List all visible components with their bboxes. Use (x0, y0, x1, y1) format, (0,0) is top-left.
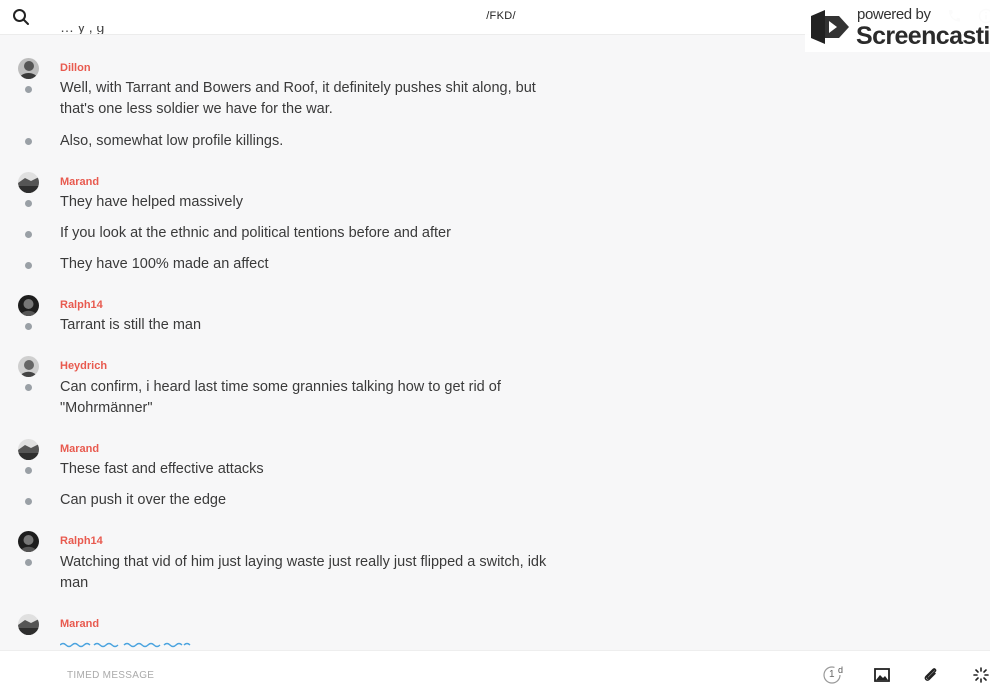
composer-bar: TIMED MESSAGE 1 d (0, 650, 990, 700)
message-status-dot (25, 262, 32, 269)
user-avatar-icon (18, 172, 39, 193)
message-text: They have helped massively (60, 194, 243, 210)
cut-off-message: … y , g (60, 26, 105, 34)
avatar[interactable] (18, 614, 39, 635)
sparkle-icon (973, 667, 989, 683)
message-text: Well, with Tarrant and Bowers and Roof, … (60, 80, 536, 117)
paperclip-icon (924, 668, 937, 681)
image-icon (874, 668, 890, 682)
image-button[interactable] (872, 665, 892, 685)
sender-name[interactable]: Ralph14 (60, 535, 103, 547)
message-status-dot (25, 384, 32, 391)
typing-indicator-icon (60, 642, 191, 648)
timer-value: 1 (829, 669, 835, 680)
avatar[interactable] (18, 58, 39, 79)
attach-button[interactable] (921, 665, 941, 685)
screencastify-watermark: powered by Screencastify (805, 4, 990, 52)
message-text: Can push it over the edge (60, 492, 227, 508)
timer-unit: d (838, 665, 844, 675)
user-avatar-icon (18, 58, 39, 79)
user-avatar-icon (18, 614, 39, 635)
message-status-dot (25, 498, 32, 505)
message-text: If you look at the ethnic and political … (60, 225, 451, 241)
message-text: Tarrant is still the man (60, 317, 202, 333)
message-status-dot (25, 138, 32, 145)
message-status-dot (25, 467, 32, 474)
message-text: Watching that vid of him just laying was… (60, 554, 547, 591)
message-input[interactable]: TIMED MESSAGE (67, 670, 154, 681)
sender-name[interactable]: Marand (60, 443, 99, 455)
avatar[interactable] (18, 356, 39, 377)
message-status-dot (25, 86, 32, 93)
watermark-line2: Screencastify (856, 22, 990, 50)
message-text: These fast and effective attacks (60, 461, 264, 477)
avatar[interactable] (18, 172, 39, 193)
watermark-line1: powered by (857, 6, 931, 23)
message-status-dot (25, 559, 32, 566)
message-text: Also, somewhat low profile killings. (60, 133, 284, 149)
user-avatar-icon (18, 295, 39, 316)
user-avatar-icon (18, 531, 39, 552)
user-avatar-icon (18, 356, 39, 377)
message-text: They have 100% made an affect (60, 256, 269, 272)
avatar[interactable] (18, 439, 39, 460)
sender-name[interactable]: Ralph14 (60, 299, 103, 311)
avatar[interactable] (18, 531, 39, 552)
sender-name[interactable]: Marand (60, 618, 99, 630)
sender-name[interactable]: Dillon (60, 62, 91, 74)
message-status-dot (25, 323, 32, 330)
gif-button[interactable] (971, 665, 990, 685)
sender-name[interactable]: Marand (60, 176, 99, 188)
message-status-dot (25, 231, 32, 238)
screencastify-logo-icon (811, 10, 849, 44)
user-avatar-icon (18, 439, 39, 460)
message-status-dot (25, 200, 32, 207)
sender-name[interactable]: Heydrich (60, 360, 107, 372)
avatar[interactable] (18, 295, 39, 316)
message-text: Can confirm, i heard last time some gran… (60, 379, 501, 416)
